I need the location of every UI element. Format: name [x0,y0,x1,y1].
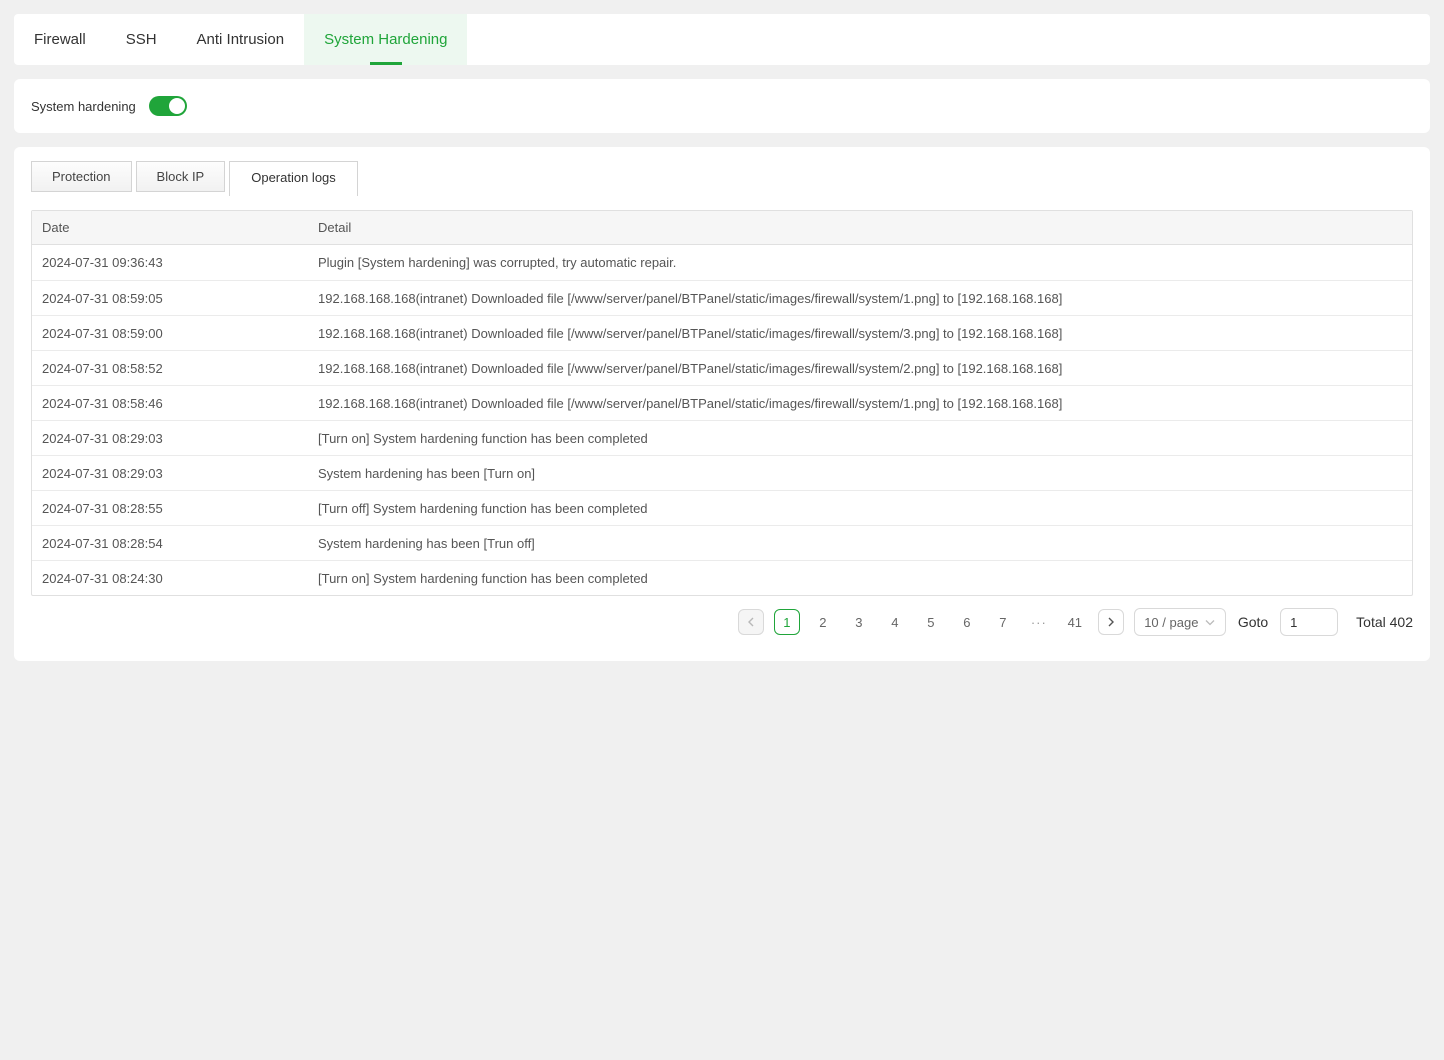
log-date: 2024-07-31 09:36:43 [32,245,308,280]
table-row: 2024-07-31 08:59:00192.168.168.168(intra… [32,315,1412,350]
pagination-prev-button[interactable] [738,609,764,635]
page-size-value: 10 / page [1144,615,1198,630]
top-tabbar: FirewallSSHAnti IntrusionSystem Hardenin… [14,14,1430,65]
pagination-page-2[interactable]: 2 [810,609,836,635]
column-header-detail: Detail [308,211,1412,245]
log-detail: System hardening has been [Trun off] [308,525,1412,560]
subtab-operation-logs[interactable]: Operation logs [229,161,358,196]
log-date: 2024-07-31 08:24:30 [32,560,308,595]
tab-ssh[interactable]: SSH [106,14,177,65]
table-row: 2024-07-31 08:28:55[Turn off] System har… [32,490,1412,525]
operation-logs-panel: ProtectionBlock IPOperation logs DateDet… [14,147,1430,661]
tab-anti-intrusion[interactable]: Anti Intrusion [177,14,305,65]
goto-page-input[interactable] [1280,608,1338,636]
table-row: 2024-07-31 08:58:52192.168.168.168(intra… [32,350,1412,385]
hardening-toggle-card: System hardening [14,79,1430,133]
pagination-pages: 1234567 ··· 41 [774,609,1088,635]
log-detail: 192.168.168.168(intranet) Downloaded fil… [308,350,1412,385]
log-detail: [Turn on] System hardening function has … [308,420,1412,455]
table-row: 2024-07-31 09:36:43Plugin [System harden… [32,245,1412,280]
log-date: 2024-07-31 08:58:52 [32,350,308,385]
log-detail: 192.168.168.168(intranet) Downloaded fil… [308,315,1412,350]
log-detail: 192.168.168.168(intranet) Downloaded fil… [308,280,1412,315]
log-date: 2024-07-31 08:59:00 [32,315,308,350]
log-date: 2024-07-31 08:29:03 [32,420,308,455]
log-date: 2024-07-31 08:59:05 [32,280,308,315]
page-size-select[interactable]: 10 / page [1134,608,1226,636]
pagination-ellipsis: ··· [1026,609,1052,635]
operation-logs-table: DateDetail 2024-07-31 09:36:43Plugin [Sy… [31,210,1413,596]
hardening-toggle-label: System hardening [31,99,136,114]
goto-label: Goto [1238,614,1268,630]
hardening-toggle-switch[interactable] [149,96,187,116]
log-date: 2024-07-31 08:28:55 [32,490,308,525]
sub-tabbar: ProtectionBlock IPOperation logs [31,161,1413,196]
pagination-page-4[interactable]: 4 [882,609,908,635]
log-detail: [Turn off] System hardening function has… [308,490,1412,525]
chevron-right-icon [1107,617,1115,627]
pagination-page-7[interactable]: 7 [990,609,1016,635]
table-row: 2024-07-31 08:59:05192.168.168.168(intra… [32,280,1412,315]
total-count: Total 402 [1356,614,1413,630]
pagination: 1234567 ··· 41 10 / page Goto Total 402 [31,608,1413,636]
pagination-next-button[interactable] [1098,609,1124,635]
subtab-protection[interactable]: Protection [31,161,132,192]
tab-firewall[interactable]: Firewall [14,14,106,65]
tab-system-hardening[interactable]: System Hardening [304,14,467,65]
log-detail: 192.168.168.168(intranet) Downloaded fil… [308,385,1412,420]
table-body: 2024-07-31 09:36:43Plugin [System harden… [32,245,1412,595]
table-header-row: DateDetail [32,211,1412,245]
table-row: 2024-07-31 08:24:30[Turn on] System hard… [32,560,1412,595]
log-detail: [Turn on] System hardening function has … [308,560,1412,595]
subtab-block-ip[interactable]: Block IP [136,161,226,192]
toggle-knob-icon [169,98,185,114]
log-date: 2024-07-31 08:28:54 [32,525,308,560]
pagination-page-41[interactable]: 41 [1062,609,1088,635]
table-row: 2024-07-31 08:28:54System hardening has … [32,525,1412,560]
pagination-page-5[interactable]: 5 [918,609,944,635]
column-header-date: Date [32,211,308,245]
table-row: 2024-07-31 08:29:03[Turn on] System hard… [32,420,1412,455]
pagination-page-1[interactable]: 1 [774,609,800,635]
pagination-page-3[interactable]: 3 [846,609,872,635]
log-detail: Plugin [System hardening] was corrupted,… [308,245,1412,280]
table-row: 2024-07-31 08:29:03System hardening has … [32,455,1412,490]
table-row: 2024-07-31 08:58:46192.168.168.168(intra… [32,385,1412,420]
pagination-page-6[interactable]: 6 [954,609,980,635]
log-date: 2024-07-31 08:58:46 [32,385,308,420]
chevron-down-icon [1205,619,1215,626]
log-detail: System hardening has been [Turn on] [308,455,1412,490]
log-date: 2024-07-31 08:29:03 [32,455,308,490]
chevron-left-icon [747,617,755,627]
